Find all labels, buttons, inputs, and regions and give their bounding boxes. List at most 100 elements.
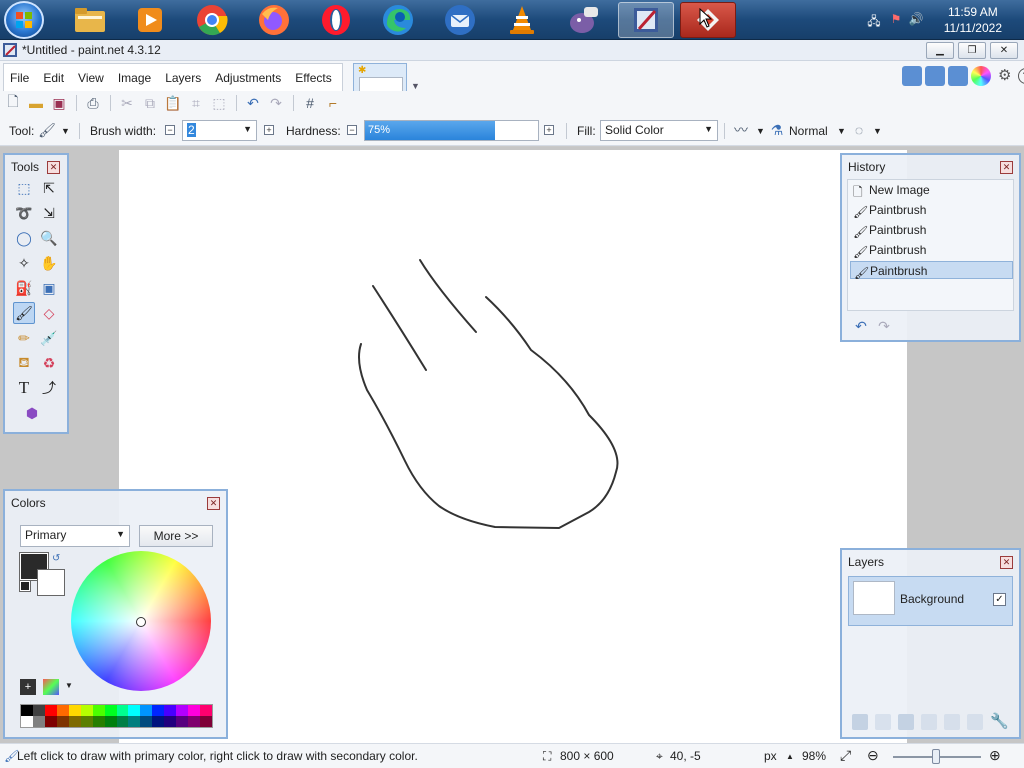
paintbrush-tool-icon[interactable]: 🖌 — [13, 302, 35, 324]
copy-icon[interactable]: ⧉ — [141, 94, 159, 112]
redo-icon[interactable]: ↷ — [267, 94, 285, 112]
text-tool-icon[interactable]: T — [13, 377, 35, 399]
palette-swatch[interactable] — [164, 705, 177, 716]
layer-properties-wrench-icon[interactable]: 🔧 — [990, 712, 1009, 730]
zoom-in-icon[interactable]: ⊕ — [989, 747, 1001, 764]
palette-swatch[interactable] — [200, 716, 212, 727]
more-colors-button[interactable]: More >> — [139, 525, 213, 547]
history-panel-close-icon[interactable]: ✕ — [1000, 161, 1013, 174]
units-select[interactable]: px — [764, 749, 777, 763]
palette-swatch[interactable] — [188, 716, 201, 727]
hardness-increase-button[interactable]: + — [544, 125, 554, 135]
minimize-button[interactable]: ▁ — [926, 42, 954, 59]
merge-layer-down-icon[interactable] — [921, 714, 937, 730]
help-icon[interactable]: ? — [1018, 68, 1024, 84]
brush-width-decrease-button[interactable]: − — [165, 125, 175, 135]
history-item[interactable]: 🗋 New Image — [850, 181, 1013, 199]
zoom-tool-icon[interactable]: 🔍 — [38, 227, 60, 249]
palette-swatch[interactable] — [176, 705, 189, 716]
selection-clipping-chevron-icon[interactable]: ▼ — [873, 126, 882, 136]
palette-swatch[interactable] — [56, 705, 69, 716]
palette-swatch[interactable] — [164, 716, 177, 727]
swap-colors-icon[interactable]: ↺ — [52, 553, 60, 564]
palette-swatch[interactable] — [32, 705, 45, 716]
zoom-level[interactable]: 98% — [802, 749, 826, 763]
antialiasing-chevron-icon[interactable]: ▼ — [756, 126, 765, 136]
duplicate-layer-icon[interactable] — [898, 714, 914, 730]
palette-swatch[interactable] — [92, 716, 105, 727]
palette-swatch[interactable] — [68, 716, 81, 727]
pencil-tool-icon[interactable]: ✏ — [13, 327, 35, 349]
palette-swatch[interactable] — [68, 705, 81, 716]
taskbar-firefox[interactable] — [246, 2, 302, 38]
settings-gear-icon[interactable]: ⚙ — [998, 66, 1018, 86]
color-wheel-marker[interactable] — [136, 617, 146, 627]
palette-swatch[interactable] — [56, 716, 69, 727]
palette-swatch[interactable] — [176, 716, 189, 727]
ellipse-select-tool-icon[interactable]: ◯ — [13, 227, 35, 249]
line-curve-tool-icon[interactable]: ⤴ — [38, 377, 60, 399]
volume-icon[interactable]: 🔊 — [908, 12, 924, 28]
layer-row[interactable]: Background ✓ — [848, 576, 1013, 626]
palette-swatch[interactable] — [104, 716, 117, 727]
blend-mode-icon[interactable]: ⚗ — [768, 121, 786, 139]
taskbar-chrome[interactable] — [184, 2, 240, 38]
blend-mode-chevron-icon[interactable]: ▼ — [837, 126, 846, 136]
colors-window-toggle-icon[interactable] — [971, 66, 991, 86]
add-layer-icon[interactable] — [852, 714, 868, 730]
palette-menu-chevron-icon[interactable]: ▼ — [65, 681, 73, 690]
fill-select[interactable]: Solid Color ▼ — [600, 120, 718, 141]
palette-swatch[interactable] — [32, 716, 45, 727]
print-icon[interactable]: ⎙ — [84, 94, 102, 112]
history-undo-icon[interactable]: ↶ — [852, 317, 870, 335]
paintbrush-tool-icon[interactable]: 🖌 — [38, 121, 56, 139]
tools-window-toggle-icon[interactable] — [902, 66, 922, 86]
recolor-tool-icon[interactable]: ♻ — [38, 352, 60, 374]
maximize-button[interactable]: ❐ — [958, 42, 986, 59]
document-list-chevron-icon[interactable]: ▼ — [411, 81, 420, 91]
colors-panel-close-icon[interactable]: ✕ — [207, 497, 220, 510]
antialiasing-icon[interactable]: 〰 — [732, 121, 750, 139]
menu-edit[interactable]: Edit — [43, 71, 64, 85]
history-item[interactable]: 🖌 Paintbrush — [850, 241, 1013, 259]
taskbar-edge[interactable] — [370, 2, 426, 38]
menu-view[interactable]: View — [78, 71, 104, 85]
start-button[interactable] — [4, 1, 44, 39]
palette-swatch[interactable] — [188, 705, 201, 716]
brush-width-input[interactable]: 2 ▼ — [182, 120, 257, 141]
secondary-color-swatch[interactable] — [37, 569, 65, 596]
reset-colors-icon[interactable] — [19, 580, 31, 592]
image-canvas[interactable] — [119, 150, 907, 743]
palette-swatch[interactable] — [152, 716, 165, 727]
close-button[interactable]: ✕ — [990, 42, 1018, 59]
move-selection-tool-icon[interactable]: ⇲ — [38, 202, 60, 224]
eraser-tool-icon[interactable]: ◇ — [38, 302, 60, 324]
layers-window-toggle-icon[interactable] — [948, 66, 968, 86]
pan-tool-icon[interactable]: ✋ — [38, 252, 60, 274]
palette-swatch[interactable] — [104, 705, 117, 716]
selection-clipping-icon[interactable]: ◌ — [850, 121, 868, 139]
palette-swatch[interactable] — [44, 705, 57, 716]
history-item[interactable]: 🖌 Paintbrush — [850, 221, 1013, 239]
taskbar-pidgin[interactable] — [556, 2, 612, 38]
palette-swatch[interactable] — [140, 705, 153, 716]
paste-icon[interactable]: 📋 — [164, 94, 182, 112]
palette-swatch[interactable] — [152, 705, 165, 716]
shapes-tool-icon[interactable]: ⬢ — [21, 402, 43, 424]
history-item[interactable]: 🖌 Paintbrush — [850, 201, 1013, 219]
crop-to-selection-icon[interactable]: ⌗ — [187, 94, 205, 112]
hardness-slider[interactable]: 75% — [364, 120, 539, 141]
palette-swatch[interactable] — [128, 705, 141, 716]
rulers-icon[interactable]: ⌐ — [324, 94, 342, 112]
network-icon[interactable]: 🖧 — [866, 12, 882, 28]
brush-width-increase-button[interactable]: + — [264, 125, 274, 135]
layer-visibility-checkbox[interactable]: ✓ — [993, 593, 1006, 606]
taskbar-paint-net[interactable] — [618, 2, 674, 38]
palette-swatch[interactable] — [21, 716, 33, 727]
palette-swatch[interactable] — [80, 716, 93, 727]
taskbar-thunderbird[interactable] — [432, 2, 488, 38]
save-icon[interactable]: ▣ — [50, 94, 68, 112]
history-window-toggle-icon[interactable] — [925, 66, 945, 86]
menu-file[interactable]: File — [10, 71, 29, 85]
tools-panel-close-icon[interactable]: ✕ — [47, 161, 60, 174]
